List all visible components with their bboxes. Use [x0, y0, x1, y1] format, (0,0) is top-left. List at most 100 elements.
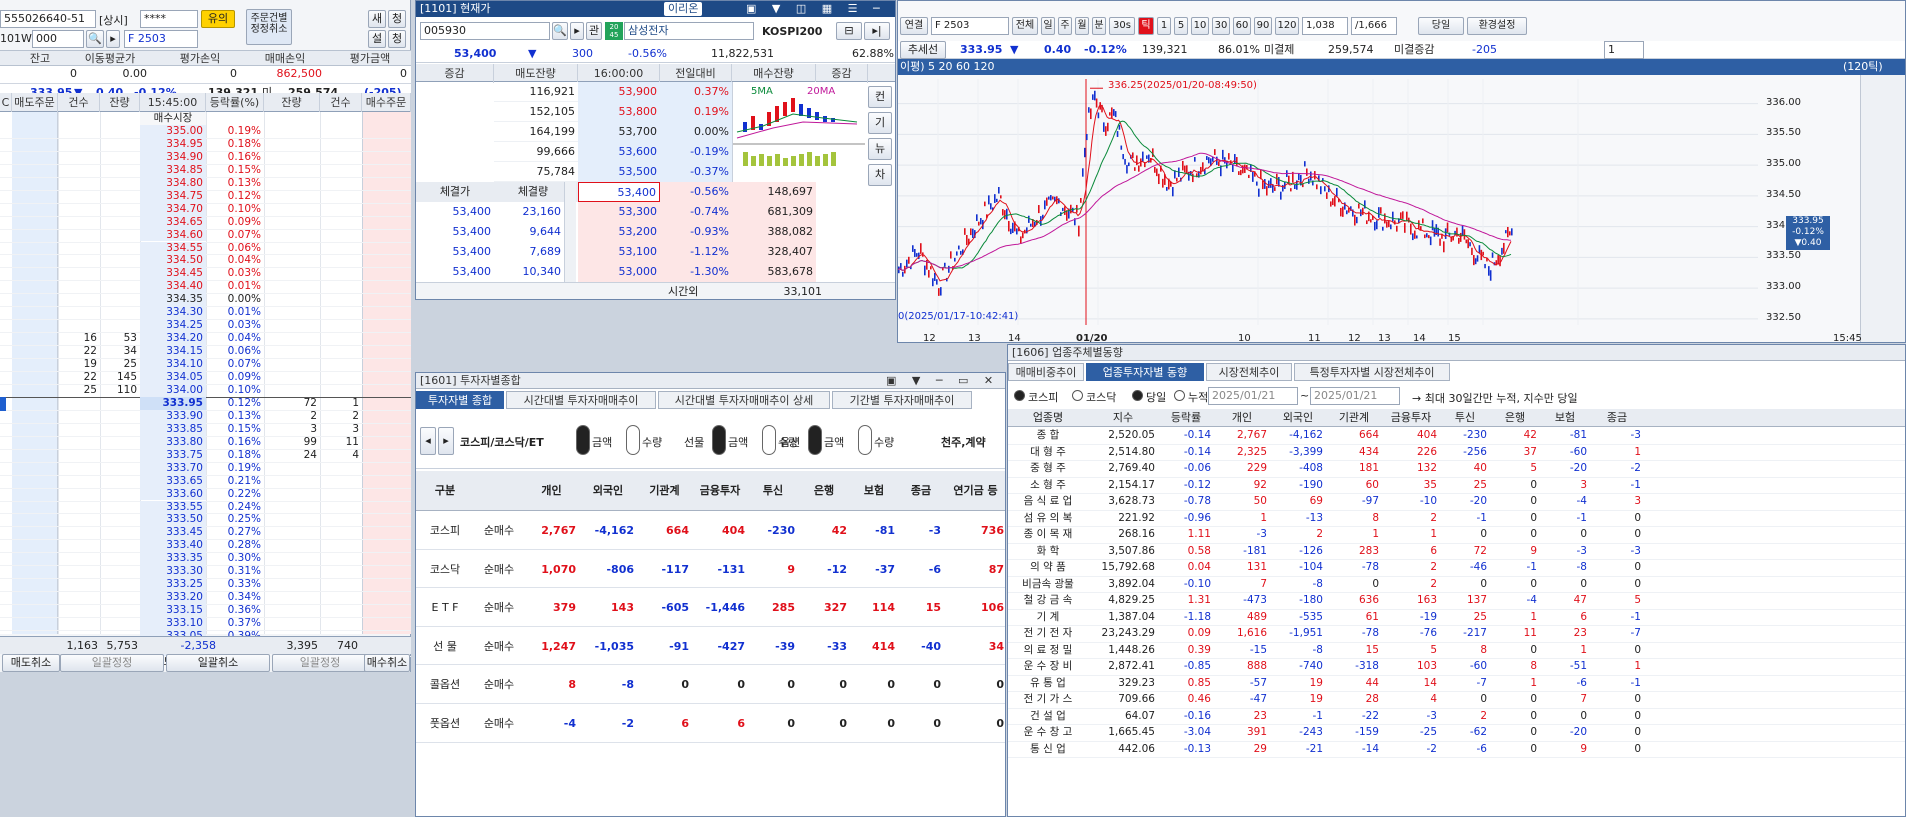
sector-tab[interactable]: 특정투자자별 시장전체추이: [1294, 363, 1450, 381]
investor-value: 1,247: [541, 639, 576, 653]
candle: [1507, 226, 1509, 238]
bottom-action-button[interactable]: 매도취소: [2, 654, 60, 672]
mini-chart[interactable]: 5MA 20MA: [732, 82, 865, 182]
radio-icon[interactable]: [1132, 390, 1143, 401]
current-marker[interactable]: [0, 396, 6, 411]
radio-icon[interactable]: [1014, 390, 1025, 401]
chart-toolbar-item[interactable]: 분: [1092, 17, 1106, 35]
chart-toolbar-item[interactable]: 전체: [1012, 17, 1038, 35]
setting-button[interactable]: 설: [368, 30, 386, 48]
quote-side-button[interactable]: 뉴: [868, 138, 892, 160]
quote-title-button[interactable]: 이리온: [664, 2, 703, 16]
order-cancel-button[interactable]: 주문건별 정정취소: [246, 9, 292, 45]
chart-toolbar-item[interactable]: 60: [1233, 17, 1251, 35]
candle: [1444, 228, 1447, 239]
date-from[interactable]: 2025/01/21: [1208, 387, 1298, 405]
bottom-action-button[interactable]: 일괄정정: [60, 654, 164, 672]
code-search-button[interactable]: 🔍: [86, 30, 104, 48]
chart-toolbar-item[interactable]: 주: [1058, 17, 1072, 35]
chart-toolbar-item[interactable]: 환경설정: [1467, 17, 1527, 35]
radio-icon[interactable]: [808, 425, 822, 455]
date-to[interactable]: 2025/01/21: [1310, 387, 1400, 405]
chart-toolbar-item[interactable]: F 2503: [931, 17, 1009, 35]
sector-tab[interactable]: 업종투자자별 동향: [1086, 363, 1204, 381]
stock-name-field: 삼성전자: [624, 22, 754, 40]
investor-tab[interactable]: 투자자별 종합: [416, 391, 504, 409]
bid-row-pct: 0.30%: [227, 552, 261, 565]
radio-icon[interactable]: [858, 425, 872, 455]
quote-side-button[interactable]: 컨: [868, 86, 892, 108]
quote-side-button[interactable]: 차: [868, 164, 892, 186]
investor-row-kind: 순매수: [483, 601, 515, 615]
candle: [970, 228, 972, 236]
candle: [920, 243, 922, 254]
chart-toolbar-item[interactable]: 10: [1191, 17, 1209, 35]
investor-tab[interactable]: 시간대별 투자자매매추이: [506, 391, 656, 409]
bottom-action-button[interactable]: 매수취소: [364, 654, 410, 672]
price-chart[interactable]: [898, 75, 1858, 343]
bid-row-count: [320, 526, 362, 539]
bid-row-pct: 0.33%: [227, 578, 261, 591]
radio-icon[interactable]: [1174, 390, 1185, 401]
quote-option-button[interactable]: ⊟: [836, 22, 862, 40]
quote-nav-button[interactable]: ▸|: [864, 22, 890, 40]
chart-toolbar-item[interactable]: 30: [1212, 17, 1230, 35]
code-next-button[interactable]: ▸: [106, 30, 120, 48]
kwan-button[interactable]: 관: [586, 22, 602, 40]
bid-row-pct: 0.15%: [227, 422, 261, 435]
investor-value: 6: [737, 717, 745, 730]
chart-toolbar-item[interactable]: 1: [1157, 17, 1171, 35]
radio-icon[interactable]: [712, 425, 726, 455]
bid-row-pct: 0.25%: [227, 513, 261, 526]
chart-toolbar-item[interactable]: 5: [1174, 17, 1188, 35]
trade-scroll[interactable]: [564, 182, 576, 282]
chart-toolbar-item[interactable]: 90: [1254, 17, 1272, 35]
stock-next-button[interactable]: ▸: [570, 22, 584, 40]
bottom-action-button[interactable]: 일괄정정: [272, 654, 368, 672]
investor-row-name: 풋옵션: [429, 717, 461, 730]
chart-toolbar-item[interactable]: 30s: [1109, 17, 1135, 35]
investor-value: 106: [981, 601, 1004, 615]
bid-row-pct: 0.13%: [227, 409, 261, 422]
radio-icon[interactable]: [1072, 390, 1083, 401]
warn-button[interactable]: 유의: [201, 10, 235, 28]
quote-side-button[interactable]: 기: [868, 112, 892, 134]
chart-spin[interactable]: 1: [1604, 41, 1644, 59]
radio-icon[interactable]: [762, 425, 776, 455]
chart-toolbar-item[interactable]: 1,038: [1302, 17, 1348, 35]
chart-toolbar-item[interactable]: 월: [1075, 17, 1089, 35]
trendline-button[interactable]: 추세선: [900, 41, 946, 59]
window-controls[interactable]: ▣ ▼ ─ ▭ ✕: [886, 373, 999, 389]
candle: [1266, 186, 1268, 196]
total-ask-qty: 5,753: [106, 639, 139, 652]
chart-toolbar-item[interactable]: /1,666: [1351, 17, 1397, 35]
chart-toolbar-item[interactable]: 당일: [1418, 17, 1464, 35]
stock-search-button[interactable]: 🔍: [552, 22, 568, 40]
candle: [1192, 173, 1194, 183]
chart-toolbar-item[interactable]: 틱: [1138, 17, 1154, 35]
chart-price: 333.95: [960, 43, 1003, 56]
chart-toolbar-item[interactable]: 120: [1275, 17, 1299, 35]
investor-tab[interactable]: 기간별 투자자매매추이: [832, 391, 972, 409]
stock-code-input[interactable]: 005930: [420, 22, 550, 40]
clear-button[interactable]: 청: [388, 30, 406, 48]
password-field[interactable]: ****: [140, 10, 198, 28]
chart-toolbar-item[interactable]: 일: [1041, 17, 1055, 35]
radio-icon[interactable]: [626, 425, 640, 455]
market-prev-button[interactable]: ◂: [420, 427, 436, 455]
radio-icon[interactable]: [576, 425, 590, 455]
chart-toolbar-item[interactable]: 연결: [900, 17, 928, 35]
new-window-button[interactable]: 새: [368, 10, 386, 28]
sector-tab[interactable]: 시장전체추이: [1206, 363, 1292, 381]
quote-window: [1101] 현재가 이리온 ▣ ▼ ◫ ▦ ☰ ─ ✚ ▭ ✕ 005930 …: [415, 0, 896, 300]
futures-name-field[interactable]: F 2503: [124, 30, 198, 48]
investor-tab[interactable]: 시간대별 투자자매매추이 상세: [658, 391, 830, 409]
candle: [1022, 232, 1024, 239]
account-select[interactable]: 555026640-51: [0, 10, 96, 28]
sector-tab[interactable]: 매매비중추이: [1008, 363, 1084, 381]
quote-ask-pct: 0.19%: [660, 102, 732, 122]
bottom-action-button[interactable]: 일괄취소: [166, 654, 270, 672]
refresh-button[interactable]: 청: [388, 10, 406, 28]
market-next-button[interactable]: ▸: [438, 427, 454, 455]
code-sub-select[interactable]: 000: [32, 30, 84, 48]
